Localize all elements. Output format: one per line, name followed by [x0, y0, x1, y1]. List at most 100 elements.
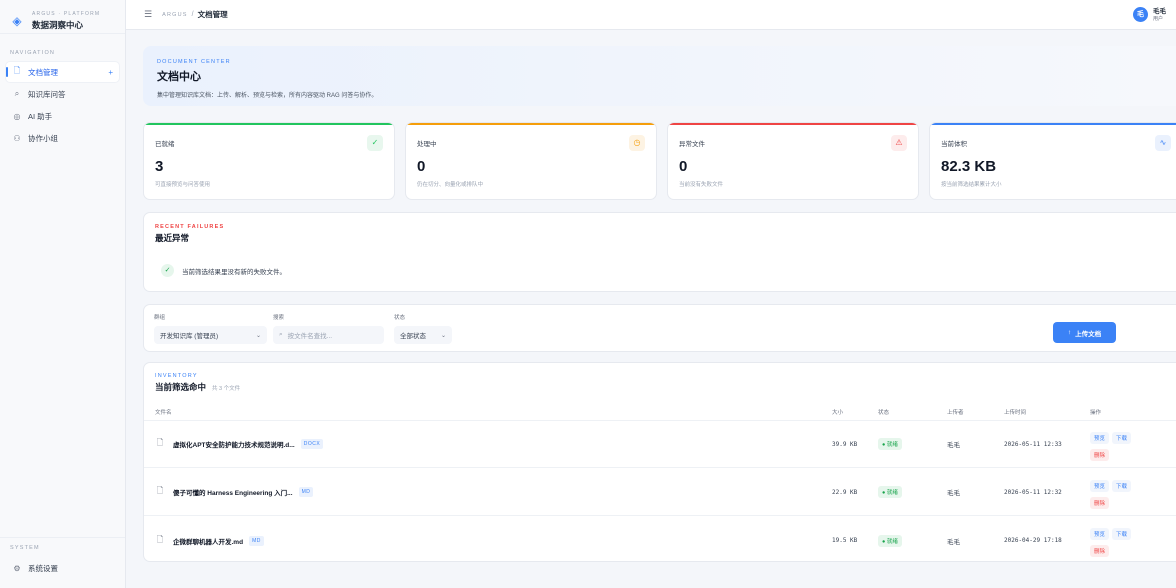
file-type-badge: DOCX: [300, 439, 324, 449]
breadcrumb-current: 文档管理: [197, 10, 228, 19]
check-circle-icon: ✓: [161, 264, 174, 277]
group-select[interactable]: 开发知识库 (管理员) ⌄: [154, 326, 267, 344]
status-badge: ● 就绪: [878, 438, 902, 450]
stat-value: 0: [679, 158, 688, 175]
sidebar-item-label: 知识库问答: [28, 89, 66, 99]
stat-card-errors: 异常文件 0 当前没有失败文件 ⚠: [667, 122, 919, 200]
file-type-badge: MD: [298, 487, 314, 497]
upload-button-label: 上传文档: [1075, 330, 1102, 338]
column-header-uploader[interactable]: 上传者: [947, 408, 964, 416]
file-name[interactable]: 虚拟化APT安全防护能力技术规范说明.d...: [173, 439, 295, 449]
file-type-badge: MD: [249, 535, 264, 546]
delete-button[interactable]: 删除: [1090, 497, 1110, 509]
sidebar-item-documents[interactable]: 🗋 文档管理 +: [6, 62, 119, 82]
add-icon[interactable]: +: [108, 68, 113, 77]
nav-list: 🗋 文档管理 + ⌕ 知识库问答 ◎ AI 助手 ⚇ 协作小组: [6, 62, 119, 150]
stat-label: 当前体积: [941, 141, 967, 148]
download-button[interactable]: 下载: [1112, 480, 1132, 492]
file-uploader: 毛毛: [947, 490, 960, 497]
inventory-count: 共 3 个文件: [212, 386, 241, 392]
status-badge: ● 就绪: [878, 486, 902, 498]
brand-divider: [0, 33, 125, 34]
status-select[interactable]: 全部状态 ⌄: [394, 326, 452, 344]
warning-icon: ⚠: [891, 135, 907, 151]
stat-card-volume: 当前体积 82.3 KB 按当前筛选结果累计大小 ∿: [929, 122, 1176, 200]
sidebar-item-label: 协作小组: [28, 133, 58, 143]
download-button[interactable]: 下载: [1112, 528, 1132, 540]
status-badge: ● 就绪: [878, 534, 902, 547]
column-header-status[interactable]: 状态: [878, 408, 889, 416]
system-divider: [0, 537, 125, 538]
breadcrumb-root[interactable]: ARGUS: [162, 12, 188, 18]
chevron-down-icon: ⌄: [440, 332, 446, 339]
preview-button[interactable]: 预览: [1090, 528, 1110, 540]
file-size: 22.9 KB: [832, 488, 858, 496]
file-size: 39.9 KB: [832, 440, 858, 448]
nav-caption: NAVIGATION: [10, 50, 56, 56]
check-circle-icon: ✓: [367, 135, 383, 151]
stat-card-processing: 处理中 0 仍在切分、向量化或排队中 ◷: [405, 122, 657, 200]
topbar: ☰ ARGUS / 文档管理 毛 毛毛 用户: [126, 0, 1176, 30]
delete-button[interactable]: 删除: [1090, 545, 1110, 557]
table-row[interactable]: 🗋 虚拟化APT安全防护能力技术规范说明.d... DOCX 39.9 KB ●…: [144, 421, 1176, 468]
brand[interactable]: ◈ ARGUS · PLATFORM 数据洞察中心: [0, 0, 125, 32]
stat-label: 异常文件: [679, 141, 705, 148]
stat-label: 处理中: [417, 141, 437, 148]
file-uploader: 毛毛: [947, 538, 960, 546]
status-select-value: 全部状态: [400, 333, 426, 340]
menu-icon[interactable]: ☰: [144, 9, 152, 20]
activity-icon: ∿: [1155, 135, 1171, 151]
stat-desc: 当前没有失败文件: [679, 182, 724, 188]
sidebar-item-kb-qa[interactable]: ⌕ 知识库问答: [6, 84, 119, 104]
sidebar-item-label: AI 助手: [28, 111, 53, 121]
file-uploader: 毛毛: [947, 442, 960, 449]
file-icon: 🗋: [156, 486, 164, 495]
search-icon: ⌕: [279, 331, 283, 338]
user-menu[interactable]: 毛 毛毛 用户: [1133, 7, 1166, 22]
page-title: 文档中心: [157, 71, 201, 83]
sidebar-item-label: 文档管理: [28, 67, 58, 77]
search-placeholder: 按文件名查找...: [287, 333, 333, 340]
hero-banner: DOCUMENT CENTER 文档中心 集中管理知识库文档：上传、解析、预览与…: [143, 46, 1176, 106]
delete-button[interactable]: 删除: [1090, 449, 1110, 461]
table-header: 文件名 大小 状态 上传者 上传时间 操作: [144, 403, 1176, 421]
sidebar-item-settings[interactable]: ⚙ 系统设置: [6, 558, 119, 578]
sidebar-item-label: 系统设置: [28, 563, 58, 573]
document-icon: 🗋: [13, 66, 21, 75]
inventory-panel: INVENTORY 当前筛选命中 共 3 个文件 文件名 大小 状态 上传者 上…: [143, 362, 1176, 562]
failures-message-text: 当前筛选结果里没有新的失败文件。: [182, 268, 286, 276]
clock-icon: ◷: [629, 135, 645, 151]
stat-label: 已就绪: [155, 141, 175, 148]
file-icon: 🗋: [156, 438, 164, 447]
stat-value: 3: [155, 158, 164, 175]
diamond-logo-icon: ◈: [12, 14, 22, 28]
column-header-time[interactable]: 上传时间: [1004, 408, 1026, 416]
users-icon: ⚇: [13, 133, 21, 143]
file-icon: 🗋: [156, 534, 164, 544]
upload-document-button[interactable]: ↑ 上传文档: [1053, 322, 1116, 343]
preview-button[interactable]: 预览: [1090, 432, 1110, 444]
chevron-down-icon: ⌄: [255, 332, 261, 339]
column-header-name[interactable]: 文件名: [155, 408, 172, 416]
preview-button[interactable]: 预览: [1090, 480, 1110, 492]
hero-kicker: DOCUMENT CENTER: [157, 59, 231, 65]
table-row[interactable]: 🗋 傻子可懂的 Harness Engineering 入门... MD 22.…: [144, 469, 1176, 516]
ai-icon: ◎: [13, 111, 21, 121]
sidebar-item-teams[interactable]: ⚇ 协作小组: [6, 128, 119, 148]
table-row[interactable]: 🗋 企微群聊机器人开发.md MD 19.5 KB ● 就绪 毛毛 2026-0…: [144, 517, 1176, 564]
file-name[interactable]: 企微群聊机器人开发.md: [173, 536, 243, 546]
download-button[interactable]: 下载: [1112, 432, 1132, 444]
file-name[interactable]: 傻子可懂的 Harness Engineering 入门...: [173, 487, 293, 497]
failures-empty-message: ✓ 当前筛选结果里没有新的失败文件。: [161, 264, 1171, 277]
sidebar-item-ai-assistant[interactable]: ◎ AI 助手: [6, 106, 119, 126]
inventory-kicker: INVENTORY: [155, 373, 198, 379]
failures-title: 最近异常: [155, 233, 190, 243]
file-upload-time: 2026-05-11 12:33: [1004, 440, 1062, 448]
brand-title: 数据洞察中心: [32, 20, 84, 30]
search-input[interactable]: ⌕ 按文件名查找...: [273, 326, 384, 344]
gear-icon: ⚙: [13, 563, 21, 573]
page-description: 集中管理知识库文档：上传、解析、预览与检索，所有内容驱动 RAG 问答与协作。: [157, 93, 378, 99]
column-header-size[interactable]: 大小: [832, 408, 843, 416]
search-filter: 搜索 ⌕ 按文件名查找...: [273, 313, 384, 344]
stat-desc: 可直接预览与问答使用: [155, 182, 211, 188]
